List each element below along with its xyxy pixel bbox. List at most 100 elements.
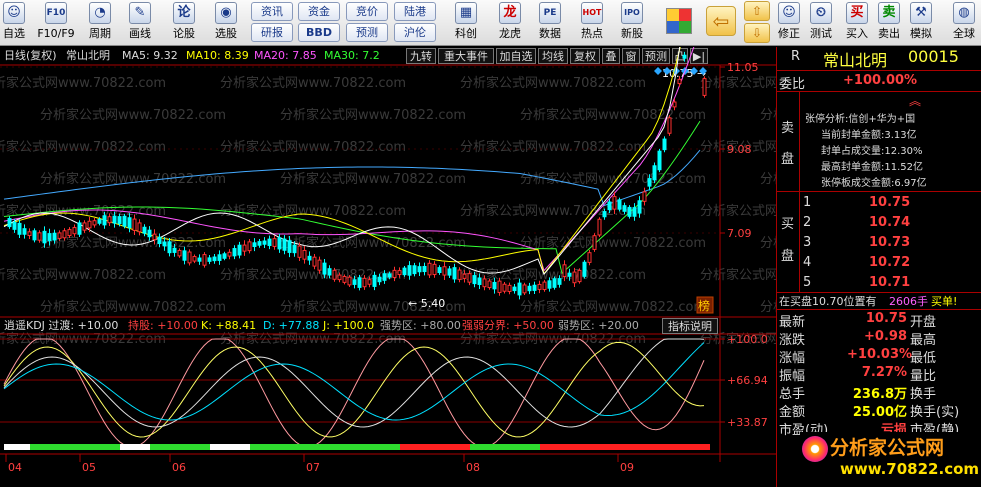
candle-body <box>352 279 357 285</box>
research-button[interactable]: 研报 <box>251 23 293 42</box>
candle-body <box>437 267 442 273</box>
global-button[interactable]: ◍ 全球 <box>948 2 980 41</box>
dragon-tiger-button[interactable]: 龙龙虎 <box>490 2 530 41</box>
candle-body <box>517 282 522 296</box>
simulate-button[interactable]: ⚒ 模拟 <box>906 2 936 41</box>
bid-level-4: 4 <box>803 255 812 270</box>
event-marker-icon[interactable] <box>654 67 662 75</box>
shanghai-london-button[interactable]: 沪伦 <box>394 23 436 42</box>
candle-body <box>37 232 42 241</box>
candle-body <box>192 256 197 262</box>
candle-body <box>597 218 602 236</box>
kdj-j: J: +100.0 <box>323 319 375 332</box>
pen-icon: ✎ <box>129 2 151 24</box>
candle-body <box>617 199 622 210</box>
r-label: R <box>791 49 801 64</box>
watermark-text: 分析家公式网www.70822.com <box>220 203 406 219</box>
candle-body <box>467 273 472 283</box>
indicator-explain-button[interactable]: 指标说明 <box>662 318 718 334</box>
candle-body <box>647 178 652 187</box>
candle-body <box>497 280 502 293</box>
kline-chart[interactable]: 分析家公式网www.70822.com 分析家公式网www.70822.com 分析… <box>0 47 776 487</box>
quote-panel: R 常山北明 00015 委比 +100.00% ︽ 卖 盘 张停分析:信创+华… <box>776 47 981 487</box>
weibi-label: 委比 <box>779 77 806 92</box>
discuss-button[interactable]: 论论股 <box>164 2 204 41</box>
forecast-button[interactable]: 预测 <box>346 23 388 42</box>
clock-icon: ⏲ <box>810 2 832 24</box>
stat-label2-2: 最低 <box>910 351 937 366</box>
candle-body <box>287 240 292 253</box>
bid-price-3[interactable]: 10.73 <box>869 235 910 250</box>
kdj-axis-label: +66.94 <box>727 374 768 387</box>
star-market-button[interactable]: ▦ 科创 <box>446 2 486 41</box>
kdj-header: 逍遥KDJ 过渡: +10.00 持股: +10.00 K: +88.41 D:… <box>0 318 720 334</box>
hot-icon: HOT <box>581 2 603 24</box>
ipo-button[interactable]: IPO 新股 <box>612 2 652 41</box>
candle-body <box>612 196 617 210</box>
candle-body <box>562 264 567 277</box>
watermark-text: 分析家公式网www.70822.com <box>760 299 776 315</box>
color-grid-icon[interactable] <box>666 8 692 34</box>
kdj-title[interactable]: 逍遥KDJ 过渡: +10.00 <box>4 318 118 334</box>
candle-body <box>57 232 62 239</box>
candle-body <box>412 265 417 275</box>
f10-button[interactable]: F10 F10/F9 <box>36 2 76 41</box>
sell-panel-label: 卖 <box>781 121 795 136</box>
back-arrow-icon[interactable]: ⇦ <box>706 6 736 36</box>
bid-price-4[interactable]: 10.72 <box>869 255 910 270</box>
buy-button[interactable]: 买买入 <box>842 2 872 41</box>
news-button[interactable]: 资讯 <box>251 2 293 21</box>
watermark-text: 分析家公式网www.70822.com <box>40 235 226 251</box>
sell-label: 卖出 <box>878 27 900 40</box>
candle-body <box>337 274 342 281</box>
bid-price-5[interactable]: 10.71 <box>869 275 910 290</box>
bid-price-2[interactable]: 10.74 <box>869 215 910 230</box>
candle-body <box>642 191 647 202</box>
watermark-text: 分析家公式网www.70822.com <box>40 107 226 123</box>
correct-button[interactable]: ☺ 修正 <box>774 2 804 41</box>
capital-button[interactable]: 资金 <box>298 2 340 21</box>
test-label: 测试 <box>810 27 832 40</box>
candle-body <box>532 284 537 291</box>
sim-icon: ⚒ <box>910 2 932 24</box>
scroll-up-icon[interactable]: ⇧ <box>744 1 770 21</box>
candle-body <box>167 241 172 254</box>
candle-body <box>327 268 332 276</box>
data-button[interactable]: PE 数据 <box>530 2 570 41</box>
stat-label2-4: 换手 <box>910 387 937 402</box>
candle-body <box>512 286 517 292</box>
bidding-button[interactable]: 竞价 <box>346 2 388 21</box>
hotspot-button[interactable]: HOT 热点 <box>572 2 612 41</box>
watermark-text: 分析家公式网www.70822.com <box>40 171 226 187</box>
candle-body <box>332 269 337 280</box>
star-market-label: 科创 <box>455 27 477 40</box>
test-button[interactable]: ⏲ 测试 <box>806 2 836 41</box>
stat-value-1: +0.98 <box>864 329 907 344</box>
kdj-boundary: 强弱分界: +50.00 <box>462 319 554 332</box>
scroll-down-icon[interactable]: ⇩ <box>744 23 770 43</box>
candle-body <box>212 256 217 262</box>
candle-body <box>552 278 557 288</box>
collapse-icon[interactable]: ︽ <box>909 92 921 109</box>
sell-button[interactable]: 卖卖出 <box>874 2 904 41</box>
watermark-text: 分析家公式网www.70822.com <box>520 107 706 123</box>
self-select-button[interactable]: ☺ 自选 <box>0 2 28 41</box>
candle-body <box>397 270 402 276</box>
draw-line-button[interactable]: ✎ 画线 <box>120 2 160 41</box>
period-button[interactable]: ◔ 周期 <box>80 2 120 41</box>
bbd-button[interactable]: BBD <box>298 23 340 42</box>
candle-body <box>537 283 542 290</box>
stat-label2-0: 开盘 <box>910 315 937 330</box>
correct-icon: ☺ <box>778 2 800 24</box>
stock-title: 常山北明 <box>823 51 888 70</box>
candle-body <box>372 274 377 287</box>
hotspot-label: 热点 <box>581 27 603 40</box>
hk-connect-button[interactable]: 陆港 <box>394 2 436 21</box>
candle-body <box>657 150 662 171</box>
buy-label: 买入 <box>846 27 868 40</box>
candle-body <box>27 231 32 236</box>
stock-select-button[interactable]: ◉ 选股 <box>206 2 246 41</box>
bid-price-1[interactable]: 10.75 <box>869 195 910 210</box>
rank-badge[interactable]: 榜 <box>698 298 710 313</box>
candle-body <box>172 247 177 253</box>
